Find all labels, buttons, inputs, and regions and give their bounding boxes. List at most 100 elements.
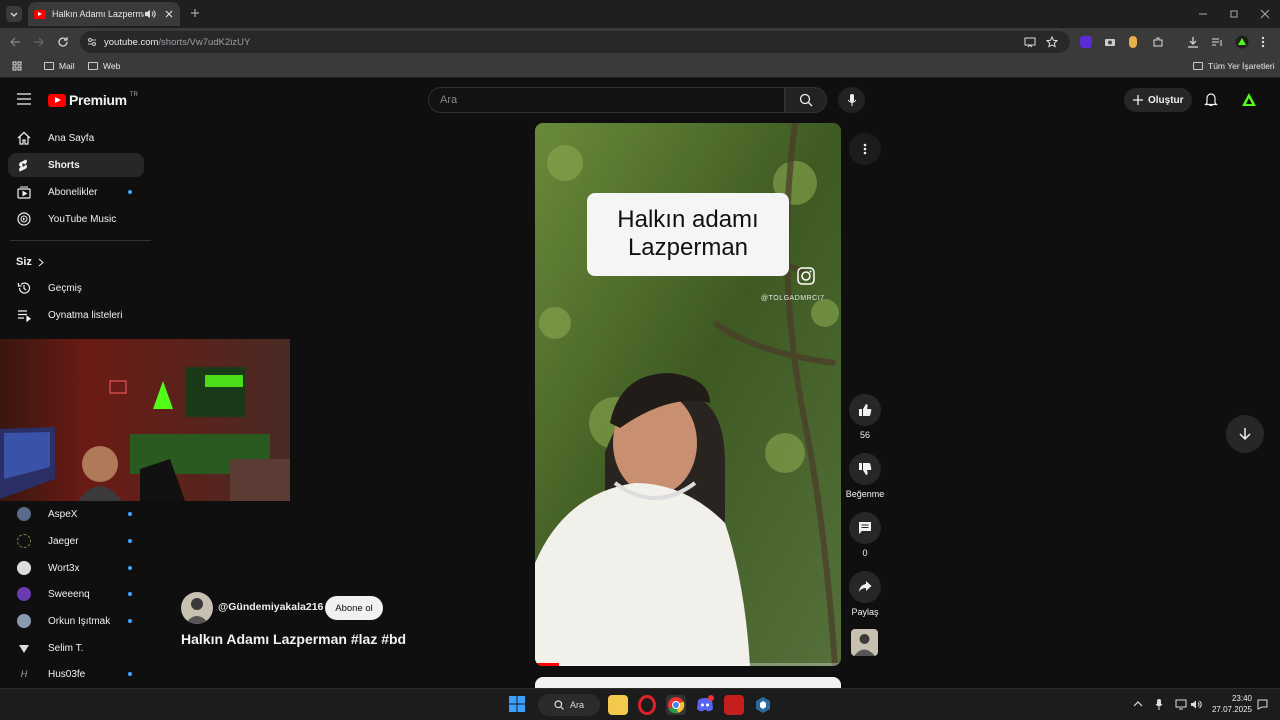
- progress-bar[interactable]: [535, 663, 841, 666]
- game-launcher-icon[interactable]: [724, 695, 744, 715]
- extension-camera-icon[interactable]: [1104, 36, 1116, 48]
- microphone-icon: [847, 94, 856, 106]
- opera-icon[interactable]: [637, 695, 657, 715]
- youtube-page: Premium TR Ara Oluştur Ana Sayfa Shorts …: [0, 79, 1280, 688]
- profile-icon[interactable]: [1235, 35, 1249, 49]
- taskbar-search[interactable]: Ara: [538, 694, 600, 716]
- subscription-item[interactable]: Jaeger: [8, 529, 144, 553]
- search-input[interactable]: Ara: [428, 87, 785, 113]
- address-bar[interactable]: youtube.com/shorts/Vw7udK2izUY: [80, 31, 1070, 53]
- all-bookmarks[interactable]: Tüm Yer İşaretleri: [1193, 61, 1275, 71]
- browser-tabstrip: Halkın Adamı Lazperman #laz #bd: [0, 0, 1280, 28]
- browser-menu-icon[interactable]: [1261, 36, 1265, 48]
- create-button[interactable]: Oluştur: [1124, 88, 1192, 112]
- network-icon[interactable]: [1175, 699, 1187, 710]
- system-clock[interactable]: 23:40 27.07.2025: [1208, 693, 1252, 715]
- you-section-header[interactable]: Siz: [16, 256, 44, 268]
- chevron-up-icon[interactable]: [1133, 700, 1143, 708]
- remix-sound-thumbnail[interactable]: [851, 629, 878, 656]
- comments-button[interactable]: [849, 512, 881, 544]
- subscription-item[interactable]: AspeX: [8, 502, 144, 526]
- subscription-label: Selim T.: [48, 642, 84, 654]
- share-icon: [859, 581, 872, 592]
- site-info-icon[interactable]: [87, 37, 97, 47]
- microphone-icon[interactable]: [1155, 698, 1163, 711]
- subscribe-button[interactable]: Abone ol: [325, 596, 383, 620]
- short-video-player[interactable]: Halkın adamı Lazperman @TOLGADMRCI7: [535, 123, 841, 666]
- like-button[interactable]: [849, 394, 881, 426]
- next-short-preview[interactable]: [535, 677, 841, 688]
- share-button[interactable]: [849, 571, 881, 603]
- you-section-label: Siz: [16, 256, 32, 268]
- file-explorer-icon[interactable]: [608, 695, 628, 715]
- new-tab-icon[interactable]: [190, 8, 200, 18]
- extensions-puzzle-icon[interactable]: [1152, 36, 1164, 48]
- sidebar-item-youtube-music[interactable]: YouTube Music: [8, 207, 144, 231]
- notification-center-icon[interactable]: [1257, 699, 1268, 710]
- sidebar-item-history[interactable]: Geçmiş: [8, 276, 144, 300]
- account-avatar-icon[interactable]: [1241, 92, 1257, 107]
- subscription-label: Jaeger: [48, 535, 79, 547]
- minimize-icon[interactable]: [1198, 9, 1208, 19]
- search-button[interactable]: [785, 87, 827, 113]
- voice-search-button[interactable]: [838, 87, 865, 113]
- short-title[interactable]: Halkın Adamı Lazperman #laz #bd: [181, 631, 406, 647]
- sidebar-item-home[interactable]: Ana Sayfa: [8, 126, 144, 150]
- sidebar-item-subscriptions[interactable]: Abonelikler: [8, 180, 144, 204]
- dislike-button[interactable]: [849, 453, 881, 485]
- video-watermark: @TOLGADMRCI7: [761, 295, 825, 302]
- folder-icon: [88, 62, 98, 70]
- dislike-label: Beğenme: [845, 489, 885, 499]
- new-content-dot: [128, 512, 132, 516]
- channel-avatar: [17, 534, 31, 548]
- channel-avatar[interactable]: [181, 592, 213, 624]
- sidebar-item-playlists[interactable]: Oynatma listeleri: [8, 303, 144, 327]
- forward-icon[interactable]: [33, 36, 45, 48]
- sound-thumbnail-image: [854, 634, 875, 656]
- tab-search-button[interactable]: [6, 6, 22, 22]
- bookmark-mail[interactable]: Mail: [44, 61, 75, 71]
- more-options-button[interactable]: [849, 133, 881, 165]
- restore-icon[interactable]: [1229, 9, 1239, 19]
- subscription-item[interactable]: Wort3x: [8, 556, 144, 580]
- vpn-app-icon[interactable]: [753, 695, 773, 715]
- youtube-premium-logo[interactable]: Premium TR: [48, 92, 138, 108]
- close-tab-icon[interactable]: [164, 9, 174, 19]
- volume-icon[interactable]: [1190, 699, 1203, 710]
- sidebar-divider: [10, 240, 151, 241]
- discord-icon[interactable]: [695, 695, 715, 715]
- channel-handle[interactable]: @Gündemiyakala216: [218, 601, 323, 613]
- clock-time: 23:40: [1231, 694, 1252, 703]
- notifications-bell-icon[interactable]: [1204, 92, 1218, 107]
- back-icon[interactable]: [9, 36, 21, 48]
- subscription-item[interactable]: H Hus03fe: [8, 662, 144, 686]
- bookmark-star-icon[interactable]: [1046, 36, 1058, 48]
- reload-icon[interactable]: [57, 36, 69, 48]
- subscription-item[interactable]: Selim T.: [8, 636, 144, 660]
- bookmark-label: Web: [103, 61, 121, 71]
- new-content-dot: [128, 619, 132, 623]
- next-video-button[interactable]: [1226, 415, 1264, 453]
- subscription-label: Wort3x: [48, 562, 80, 574]
- subscription-item[interactable]: Sweeenq: [8, 582, 144, 606]
- sidebar-item-shorts[interactable]: Shorts: [8, 153, 144, 177]
- sidebar-item-label: Shorts: [48, 159, 80, 171]
- close-window-icon[interactable]: [1260, 9, 1270, 19]
- extension-avatar-icon[interactable]: [1129, 36, 1137, 48]
- media-control-icon[interactable]: [1211, 36, 1223, 48]
- chrome-icon[interactable]: [666, 695, 686, 715]
- subscription-item[interactable]: Orkun Işıtmak: [8, 609, 144, 633]
- hamburger-menu-icon[interactable]: [17, 93, 31, 105]
- download-icon[interactable]: [1187, 36, 1199, 48]
- extension-7tv-icon[interactable]: [1080, 36, 1092, 48]
- browser-tab[interactable]: Halkın Adamı Lazperman #laz #bd: [28, 2, 180, 26]
- cast-icon[interactable]: [1024, 36, 1036, 48]
- channel-avatar: [19, 645, 29, 653]
- bookmark-web[interactable]: Web: [88, 61, 120, 71]
- thumbs-down-icon: [859, 463, 872, 475]
- apps-grid-icon[interactable]: [12, 61, 22, 71]
- windows-start-icon[interactable]: [508, 695, 528, 715]
- chevron-right-icon: [38, 258, 44, 266]
- speaker-icon[interactable]: [144, 9, 156, 19]
- share-label: Paylaş: [851, 607, 879, 617]
